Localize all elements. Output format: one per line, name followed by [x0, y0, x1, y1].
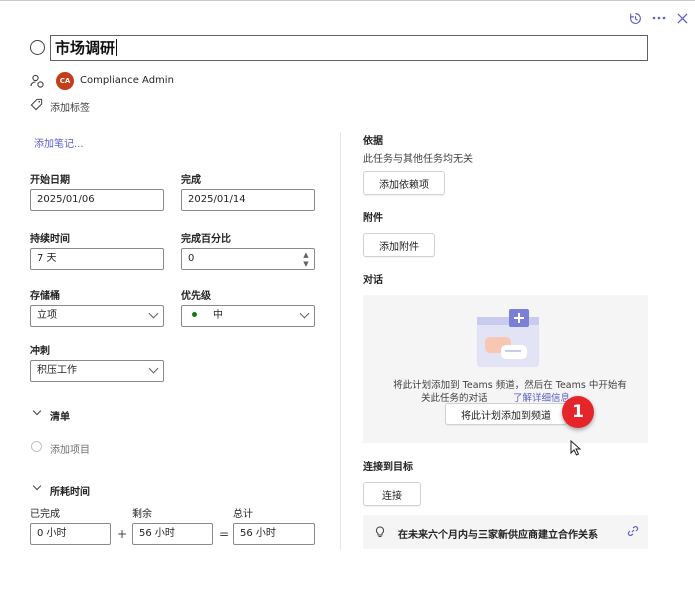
unlink-icon[interactable] [627, 525, 639, 540]
start-date-input[interactable]: 2025/01/06 [30, 189, 164, 211]
attachments-title: 附件 [363, 213, 383, 224]
priority-select[interactable]: 中 [181, 305, 315, 327]
bucket-label: 存储桶 [30, 291, 60, 302]
tag-icon [30, 98, 43, 114]
chevron-down-icon [299, 308, 310, 319]
conversation-title: 对话 [363, 275, 383, 286]
annotation-badge: 1 [562, 396, 594, 428]
add-notes-link[interactable]: 添加笔记... [34, 135, 84, 150]
add-dependency-button[interactable]: 添加依赖项 [363, 171, 445, 195]
dependencies-description: 此任务与其他任务均无关 [363, 154, 473, 165]
due-date-label: 完成 [181, 175, 201, 186]
complete-task-checkbox[interactable] [30, 40, 45, 55]
due-date-input[interactable]: 2025/01/14 [181, 189, 315, 211]
sprint-value: 积压工作 [37, 365, 77, 376]
remaining-label: 剩余 [132, 509, 152, 520]
goals-title: 连接到目标 [363, 462, 413, 473]
priority-value: 中 [213, 310, 223, 321]
close-icon[interactable] [674, 10, 690, 26]
add-checklist-item-input[interactable]: 添加项目 [50, 441, 90, 456]
bucket-select[interactable]: 立项 [30, 305, 164, 327]
learn-more-link[interactable]: 了解详细信息 [513, 390, 570, 404]
teams-illustration-icon [471, 307, 543, 372]
top-border [0, 0, 695, 1]
remaining-hours-input[interactable]: 56 小时 [132, 523, 213, 545]
effort-collapse-icon[interactable] [32, 481, 42, 491]
percent-complete-stepper[interactable]: 0 ▲ ▼ [181, 248, 315, 270]
plus-sign: + [117, 527, 128, 541]
chevron-down-icon [148, 308, 159, 319]
add-label-button[interactable]: 添加标签 [50, 99, 90, 114]
teams-message-line2: 关此任务的对话 [421, 393, 488, 404]
dependencies-title: 依据 [363, 136, 383, 147]
start-date-label: 开始日期 [30, 175, 70, 186]
assign-user-icon[interactable] [30, 74, 44, 91]
percent-complete-label: 完成百分比 [181, 234, 231, 245]
bucket-value: 立项 [37, 310, 57, 321]
checklist-collapse-icon[interactable] [32, 406, 42, 416]
priority-dot-icon [192, 312, 197, 317]
priority-label: 优先级 [181, 291, 211, 302]
teams-message-line1: 将此计划添加到 Teams 频道，然后在 Teams 中开始有 [393, 380, 627, 391]
assignee-name: Compliance Admin [80, 75, 174, 86]
checklist-item-circle-icon [31, 441, 42, 452]
duration-label: 持续时间 [30, 234, 70, 245]
goal-item[interactable]: 在未来六个月内与三家新供应商建立合作关系 [363, 515, 648, 549]
connect-goal-button[interactable]: 连接 [363, 482, 421, 506]
teams-conversation-panel: 将此计划添加到 Teams 频道，然后在 Teams 中开始有 关此任务的对话 … [363, 295, 648, 443]
sprint-select[interactable]: 积压工作 [30, 360, 164, 382]
increment-icon[interactable]: ▲ [302, 251, 310, 259]
chevron-down-icon [148, 363, 159, 374]
total-hours-input[interactable]: 56 小时 [233, 523, 315, 545]
decrement-icon[interactable]: ▼ [302, 260, 310, 268]
history-icon[interactable] [627, 10, 643, 26]
percent-complete-value: 0 [188, 253, 195, 264]
total-label: 总计 [233, 509, 253, 520]
effort-title: 所耗时间 [50, 487, 90, 498]
goal-text: 在未来六个月内与三家新供应商建立合作关系 [398, 530, 598, 541]
avatar[interactable]: CA [56, 72, 74, 90]
mouse-cursor-icon [570, 439, 582, 459]
task-title-input[interactable]: 市场调研 [50, 35, 648, 61]
completed-hours-input[interactable]: 0 小时 [30, 523, 111, 545]
duration-input[interactable]: 7 天 [30, 248, 164, 270]
more-options-icon[interactable] [651, 10, 667, 26]
column-divider [340, 132, 341, 550]
completed-label: 已完成 [30, 509, 60, 520]
equals-sign: = [219, 527, 230, 541]
lightbulb-icon [375, 526, 385, 541]
add-plan-to-channel-button[interactable]: 将此计划添加到频道 [445, 403, 567, 425]
sprint-label: 冲刺 [30, 346, 50, 357]
checklist-title: 清单 [50, 412, 70, 423]
add-attachment-button[interactable]: 添加附件 [363, 233, 435, 257]
